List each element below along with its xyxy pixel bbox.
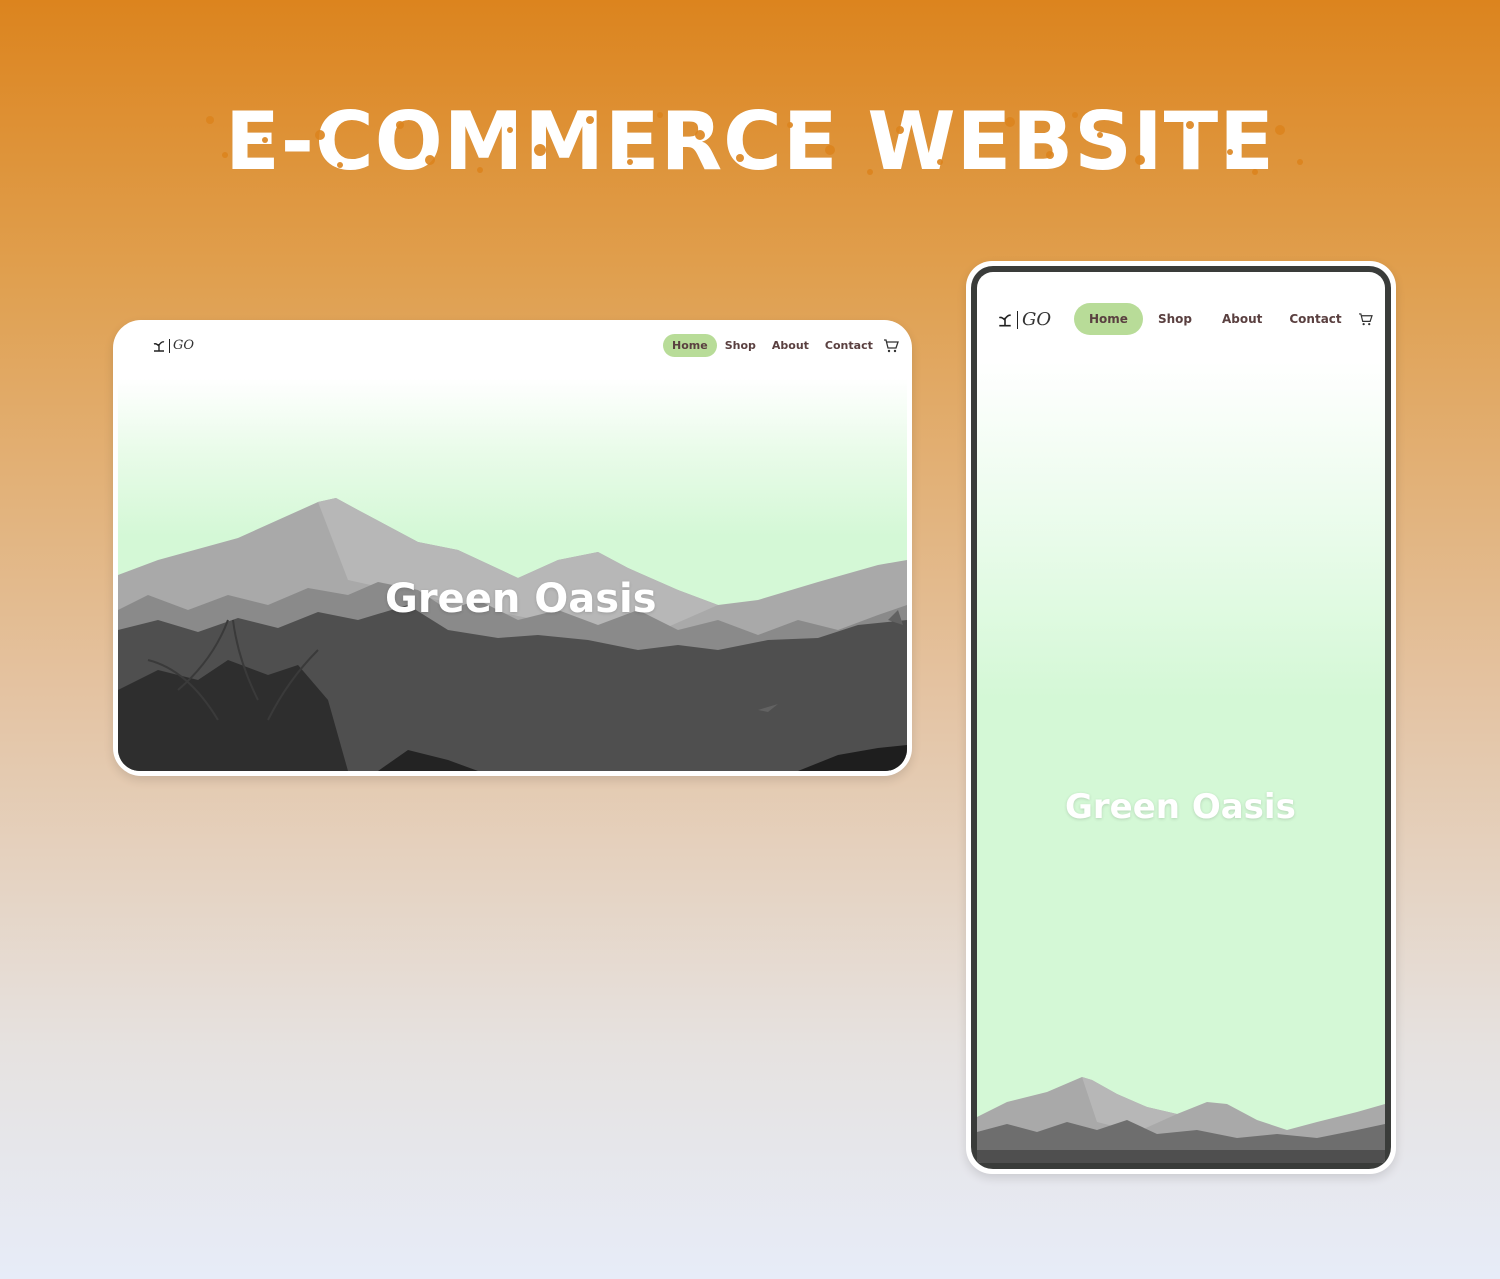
page-title: E-COMMERCE WEBSITE bbox=[225, 95, 1275, 188]
logo-divider bbox=[1017, 310, 1018, 329]
mountain-landscape bbox=[977, 1077, 1385, 1163]
desktop-screen: GO Home Shop About Contact Green Oasis bbox=[118, 320, 907, 771]
hero-title: Green Oasis bbox=[1065, 787, 1296, 827]
logo-text: GO bbox=[173, 338, 195, 353]
cart-icon[interactable] bbox=[1358, 312, 1373, 326]
nav-about[interactable]: About bbox=[764, 334, 817, 357]
nav-home[interactable]: Home bbox=[663, 334, 717, 357]
mobile-mockup: GO Home Shop About Contact Green Oasis bbox=[966, 261, 1396, 1174]
nav-shop[interactable]: Shop bbox=[717, 334, 764, 357]
mountain-landscape bbox=[118, 498, 907, 771]
nav-contact[interactable]: Contact bbox=[1277, 303, 1353, 335]
cart-icon[interactable] bbox=[883, 338, 899, 353]
logo-text: GO bbox=[1022, 309, 1052, 330]
mobile-screen: GO Home Shop About Contact Green Oasis bbox=[977, 272, 1385, 1163]
logo-divider bbox=[169, 338, 170, 353]
nav-shop[interactable]: Shop bbox=[1143, 303, 1207, 335]
nav-home[interactable]: Home bbox=[1074, 303, 1143, 335]
mobile-nav: Home Shop About Contact bbox=[1074, 303, 1373, 335]
site-logo[interactable]: GO bbox=[152, 338, 194, 353]
phone-frame: GO Home Shop About Contact Green Oasis bbox=[971, 266, 1391, 1169]
desktop-nav: Home Shop About Contact bbox=[663, 334, 899, 357]
plant-icon bbox=[153, 340, 165, 352]
plant-icon bbox=[998, 313, 1012, 327]
hero-title: Green Oasis bbox=[385, 576, 657, 622]
site-logo[interactable]: GO bbox=[997, 309, 1051, 330]
nav-about[interactable]: About bbox=[1207, 303, 1277, 335]
nav-contact[interactable]: Contact bbox=[817, 334, 881, 357]
desktop-mockup: GO Home Shop About Contact Green Oasis bbox=[113, 320, 912, 776]
